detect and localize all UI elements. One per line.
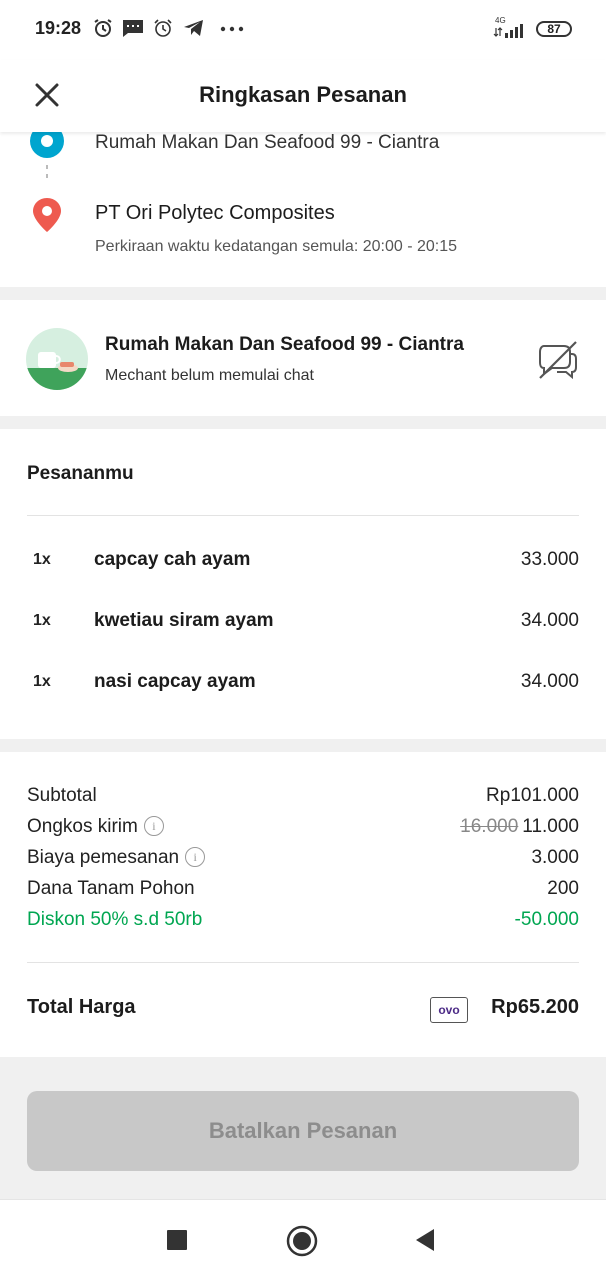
section-divider — [0, 287, 606, 300]
more-notifications-icon — [220, 26, 244, 32]
page-title: Ringkasan Pesanan — [199, 82, 407, 107]
order-item: 1x nasi capcay ayam 34.000 — [0, 669, 606, 699]
signal-icon — [493, 24, 523, 38]
delivery-fee-label: Ongkos kirim — [27, 816, 138, 837]
delivery-fee-value: 11.000 — [522, 816, 579, 837]
total-value: Rp65.200 — [491, 996, 579, 1018]
divider — [27, 962, 579, 963]
merchant-section: Rumah Makan Dan Seafood 99 - Ciantra Mec… — [0, 300, 606, 416]
item-name: kwetiau siram ayam — [94, 610, 274, 631]
item-price: 33.000 — [520, 549, 579, 570]
delivery-fee-label-group: Ongkos kirim i — [27, 816, 164, 838]
system-nav-bar — [0, 1199, 606, 1281]
item-quantity: 1x — [33, 673, 51, 690]
merchant-name: Rumah Makan Dan Seafood 99 - Ciantra — [105, 334, 464, 355]
chat-disabled-icon[interactable] — [536, 338, 580, 382]
total-label: Total Harga — [27, 996, 136, 1018]
delivery-fee-row: Ongkos kirim i 16.000 11.000 — [0, 816, 606, 844]
battery-indicator: 87 — [536, 21, 572, 37]
destination-name: PT Ori Polytec Composites — [95, 202, 335, 224]
merchant-chat-status: Mechant belum memulai chat — [105, 367, 314, 384]
route-connector — [46, 165, 49, 183]
item-price: 34.000 — [520, 610, 579, 631]
discount-row: Diskon 50% s.d 50rb -50.000 — [0, 909, 606, 937]
order-fee-label: Biaya pemesanan — [27, 847, 180, 868]
eta-text: Perkiraan waktu kedatangan semula: 20:00… — [95, 238, 458, 255]
item-name: capcay cah ayam — [94, 549, 251, 570]
info-icon[interactable]: i — [185, 847, 206, 867]
message-icon — [123, 20, 143, 37]
back-icon[interactable] — [414, 1228, 436, 1252]
status-bar: 19:28 4G 87 — [0, 0, 606, 60]
delivery-fee-value-group: 16.000 11.000 — [460, 816, 579, 838]
order-fee-label-group: Biaya pemesanan i — [27, 847, 206, 869]
telegram-icon — [184, 20, 203, 36]
location-pin-icon — [33, 198, 61, 232]
home-icon[interactable] — [286, 1225, 318, 1257]
subtotal-value: Rp101.000 — [486, 785, 579, 806]
recents-icon[interactable] — [166, 1229, 188, 1251]
order-title: Pesananmu — [27, 463, 134, 484]
order-item: 1x capcay cah ayam 33.000 — [0, 547, 606, 577]
discount-label: Diskon 50% s.d 50rb — [27, 909, 203, 930]
info-icon[interactable]: i — [143, 816, 164, 836]
item-quantity: 1x — [33, 612, 51, 629]
route-section: Rumah Makan Dan Seafood 99 - Ciantra PT … — [0, 132, 606, 287]
subtotal-row: Subtotal Rp101.000 — [0, 785, 606, 813]
payment-method-badge: ovo — [430, 997, 468, 1023]
item-name: nasi capcay ayam — [94, 671, 256, 692]
alarm-clock-icon — [154, 19, 172, 37]
origin-name: Rumah Makan Dan Seafood 99 - Ciantra — [95, 132, 440, 153]
delivery-fee-original: 16.000 — [460, 816, 519, 837]
signal-indicator: 4G — [493, 16, 525, 40]
order-fee-row: Biaya pemesanan i 3.000 — [0, 847, 606, 875]
status-time: 19:28 — [35, 18, 82, 38]
item-quantity: 1x — [33, 551, 51, 568]
cancel-order-button[interactable]: Batalkan Pesanan — [27, 1091, 579, 1171]
merchant-avatar — [26, 328, 88, 390]
tree-fund-value: 200 — [547, 878, 579, 899]
section-divider — [0, 416, 606, 429]
app-bar: Ringkasan Pesanan — [0, 60, 606, 132]
item-price: 34.000 — [520, 671, 579, 692]
bottom-action-area: Batalkan Pesanan — [0, 1057, 606, 1199]
section-divider — [0, 739, 606, 752]
order-item: 1x kwetiau siram ayam 34.000 — [0, 608, 606, 638]
divider — [27, 515, 579, 516]
tree-fund-label: Dana Tanam Pohon — [27, 878, 195, 899]
subtotal-label: Subtotal — [27, 785, 97, 806]
tree-fund-row: Dana Tanam Pohon 200 — [0, 878, 606, 906]
alarm-icon — [94, 19, 112, 37]
origin-marker-icon — [30, 132, 64, 158]
order-fee-value: 3.000 — [531, 847, 579, 868]
order-section: Pesananmu 1x capcay cah ayam 33.000 1x k… — [0, 429, 606, 739]
price-summary: Subtotal Rp101.000 Ongkos kirim i 16.000 1… — [0, 752, 606, 1057]
discount-value: -50.000 — [514, 909, 579, 930]
